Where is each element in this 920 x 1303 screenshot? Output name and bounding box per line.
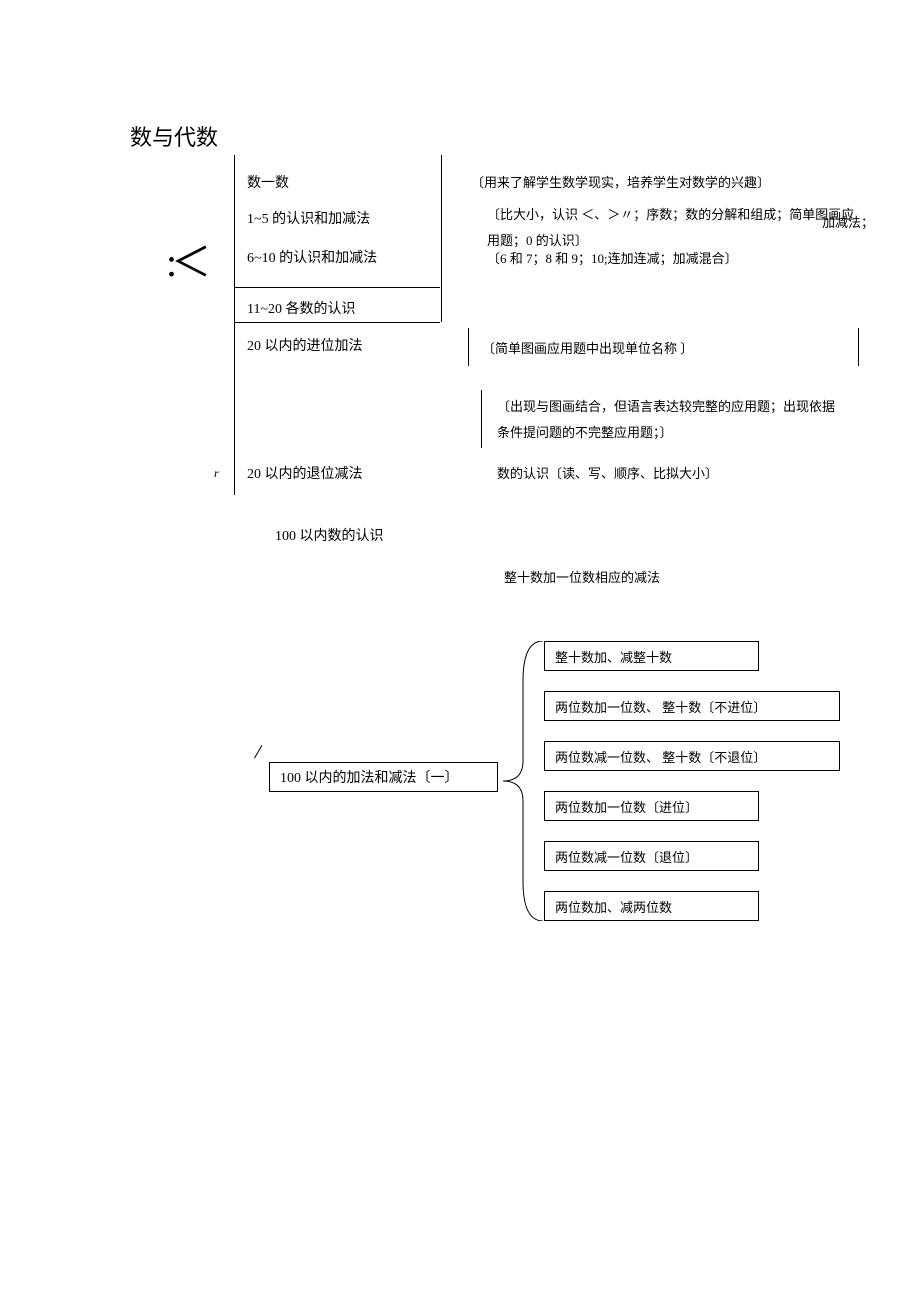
sub-label: 两位数加、减两位数 <box>555 897 672 916</box>
desc-6to10: 〔6 和 7；8 和 9；10;连加连减；加减混合〕 <box>487 246 738 272</box>
desc-num-recog: 数的认识〔读、写、顺序、比拟大小〕 <box>497 461 718 487</box>
desc-carry-add: 〔简单图画应用题中出现单位名称 〕 <box>482 336 693 362</box>
item-carry-add-20: 20 以内的进位加法 <box>247 335 363 355</box>
sub-2d-add-1d-nocarry: 两位数加一位数、 整十数〔不进位〕 <box>544 691 840 721</box>
sub-tens-addsub: 整十数加、减整十数 <box>544 641 759 671</box>
item-count: 数一数 <box>247 172 289 192</box>
sub-label: 两位数加一位数、 整十数〔不进位〕 <box>555 697 766 716</box>
page-title: 数与代数 <box>130 120 218 152</box>
sub-2d-sub-1d-noborrow: 两位数减一位数、 整十数〔不退位〕 <box>544 741 840 771</box>
divider-vertical-mid2 <box>441 287 442 322</box>
item-11to20: 11~20 各数的认识 <box>247 298 356 318</box>
brace-icon <box>499 641 544 921</box>
desc-count: 〔用来了解学生数学现实，培养学生对数学的兴趣〕 <box>471 170 770 196</box>
divider-h1 <box>234 287 440 288</box>
sub-label: 整十数加、减整十数 <box>555 647 672 666</box>
item-6to10: 6~10 的认识和加减法 <box>247 247 377 267</box>
sub-2d-sub-1d-borrow: 两位数减一位数〔退位〕 <box>544 841 759 871</box>
item-1to5: 1~5 的认识和加减法 <box>247 208 370 228</box>
divider-vertical-left <box>234 155 235 495</box>
desc-addsub-label: 加减法； <box>822 210 874 236</box>
item-100-recog: 100 以内数的认识 <box>275 525 384 545</box>
box-100-addsub: 100 以内的加法和减法〔一〕 <box>269 762 498 792</box>
sub-2d-addsub-2d: 两位数加、减两位数 <box>544 891 759 921</box>
marker-r: r <box>214 466 219 481</box>
less-than-icon: :＜ <box>166 230 205 288</box>
desc-borrow-sub: 〔出现与图画结合，但语言表达较完整的应用题；出现依据条件提问题的不完整应用题；〕 <box>497 394 837 446</box>
divider-bracket-left2 <box>481 390 482 448</box>
sub-label: 两位数减一位数〔退位〕 <box>555 847 698 866</box>
desc-tens-ones: 整十数加一位数相应的减法 <box>504 565 660 591</box>
divider-h2 <box>234 322 440 323</box>
divider-bracket-left <box>468 328 469 366</box>
divider-vertical-mid <box>441 155 442 287</box>
sub-label: 两位数减一位数、 整十数〔不退位〕 <box>555 747 766 766</box>
box-100-label: 100 以内的加法和减法〔一〕 <box>280 767 459 787</box>
sub-label: 两位数加一位数〔进位〕 <box>555 797 698 816</box>
sub-2d-add-1d-carry: 两位数加一位数〔进位〕 <box>544 791 759 821</box>
divider-bracket-right <box>858 328 859 366</box>
item-borrow-sub-20: 20 以内的退位减法 <box>247 463 363 483</box>
